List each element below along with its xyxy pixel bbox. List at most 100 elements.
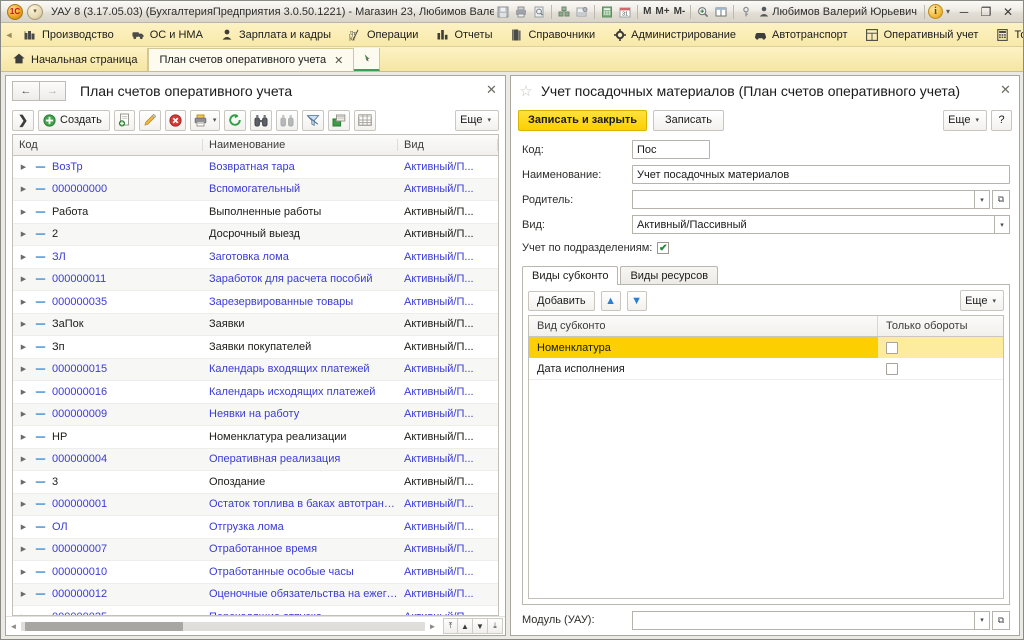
tab-chart-of-accounts[interactable]: План счетов оперативного учета ✕ (148, 48, 355, 71)
cancel-find-button[interactable] (276, 109, 299, 131)
settings-key-icon[interactable] (737, 3, 755, 21)
cell-kind[interactable]: Активный/П... (398, 363, 498, 375)
scrollbar-thumb[interactable] (25, 621, 183, 631)
calculator-icon[interactable] (598, 3, 616, 21)
cell-code[interactable]: ▶ 000000004 (13, 453, 203, 465)
expand-triangle-icon[interactable]: ▶ (19, 478, 28, 486)
cell-only-turnover[interactable] (878, 337, 1003, 358)
tab-home[interactable]: Начальная страница (3, 48, 149, 71)
name-input[interactable]: Учет посадочных материалов (632, 165, 1010, 184)
cell-name[interactable]: Отгрузка лома (203, 521, 398, 533)
info-dropdown-icon[interactable]: ▾ (943, 3, 953, 21)
save-list-icon[interactable] (573, 3, 591, 21)
menu-item-production[interactable]: Производство (15, 24, 123, 46)
table-row[interactable]: ▶ 000000012 Оценочные обязательства на еже… (13, 583, 498, 606)
create-button[interactable]: Создать (38, 109, 110, 131)
cell-code[interactable]: ▶ 000000009 (13, 408, 203, 420)
star-icon[interactable]: ☆ (517, 82, 535, 100)
cell-code[interactable]: ▶ Зп (13, 341, 203, 353)
expand-triangle-icon[interactable]: ▶ (19, 590, 28, 598)
list-settings-button[interactable] (354, 109, 377, 131)
subconto-row[interactable]: Номенклатура (529, 337, 1003, 358)
table-row[interactable]: ▶ 000000010 Отработанные особые часы Активн… (13, 561, 498, 584)
cell-kind[interactable]: Активный/П... (398, 431, 498, 443)
cell-code[interactable]: ▶ 000000001 (13, 498, 203, 510)
table-row[interactable]: ▶ 000000035 Зарезервированные товары Активн… (13, 291, 498, 314)
cell-kind[interactable]: Активный/П... (398, 183, 498, 195)
save-icon[interactable] (494, 3, 512, 21)
print-menu-button[interactable]: ▾ (189, 109, 221, 131)
form-close-icon[interactable]: ✕ (999, 82, 1012, 97)
go-prev-button[interactable]: ▲ (458, 618, 473, 634)
copy-button[interactable] (113, 109, 135, 131)
cell-name[interactable]: Переходящие отпуска (203, 611, 398, 615)
user-indicator[interactable]: Любимов Валерий Юрьевич (755, 6, 921, 18)
cell-kind[interactable]: Активный/П... (398, 521, 498, 533)
list-more-button[interactable]: Еще ▾ (455, 109, 499, 131)
expand-triangle-icon[interactable]: ▶ (19, 275, 28, 283)
horizontal-scrollbar[interactable] (21, 621, 425, 631)
expand-triangle-icon[interactable]: ▶ (19, 500, 28, 508)
menu-item-fixed-assets[interactable]: ОС и НМА (123, 24, 212, 46)
cell-name[interactable]: Заготовка лома (203, 251, 398, 263)
cell-code[interactable]: ▶ 000000007 (13, 543, 203, 555)
cell-code[interactable]: ▶ 000000012 (13, 588, 203, 600)
open-picker-icon[interactable]: ⧉ (992, 190, 1010, 209)
cell-kind[interactable]: Активный/П... (398, 206, 498, 218)
cell-name[interactable]: Возвратная тара (203, 161, 398, 173)
print-icon[interactable] (512, 3, 530, 21)
subconto-row[interactable]: Дата исполнения (529, 358, 1003, 379)
open-list-icon[interactable] (555, 3, 573, 21)
menu-item-salary-hr[interactable]: Зарплата и кадры (212, 24, 340, 46)
cell-kind[interactable]: Активный/П... (398, 566, 498, 578)
forward-button[interactable]: → (39, 81, 66, 101)
close-button[interactable]: ✕ (997, 3, 1019, 21)
cell-code[interactable]: ▶ ЗЛ (13, 251, 203, 263)
delete-button[interactable] (164, 109, 186, 131)
department-accounting-checkbox[interactable]: ✔ (657, 242, 670, 254)
expand-triangle-icon[interactable]: ▶ (19, 613, 28, 615)
cell-name[interactable]: Заработок для расчета пособий (203, 273, 398, 285)
table-row[interactable]: ▶ 000000007 Отработанное время Активный/П..… (13, 538, 498, 561)
save-button[interactable]: Записать (653, 109, 725, 131)
table-row[interactable]: ▶ 000000011 Заработок для расчета пособий А… (13, 268, 498, 291)
window-menu-icon[interactable]: ▾ (27, 3, 43, 20)
cell-name[interactable]: Номенклатура реализации (203, 431, 398, 443)
parent-input[interactable] (632, 190, 974, 209)
menu-item-reports[interactable]: Отчеты (427, 24, 501, 46)
cell-name[interactable]: Досрочный выезд (203, 228, 398, 240)
chevron-down-icon[interactable]: ▾ (994, 215, 1010, 234)
cell-code[interactable]: ▶ Работа (13, 206, 203, 218)
cell-code[interactable]: ▶ 000000035 (13, 296, 203, 308)
expand-triangle-icon[interactable]: ▶ (19, 320, 28, 328)
only-turnover-checkbox[interactable] (886, 362, 898, 375)
cell-kind[interactable]: Активный/П... (398, 611, 498, 615)
zoom-in-icon[interactable] (694, 3, 712, 21)
code-input[interactable]: Пос (632, 140, 710, 159)
cell-kind[interactable]: Активный/П... (398, 588, 498, 600)
cell-kind[interactable]: Активный/П... (398, 273, 498, 285)
chevron-down-icon[interactable]: ▾ (974, 610, 990, 630)
cell-subconto-type[interactable]: Номенклатура (529, 337, 878, 358)
help-button[interactable]: ? (991, 109, 1012, 131)
cell-kind[interactable]: Активный/П... (398, 341, 498, 353)
save-and-close-button[interactable]: Записать и закрыть (518, 109, 648, 131)
expand-triangle-icon[interactable]: ▶ (19, 185, 28, 193)
form-more-button[interactable]: Еще ▾ (943, 109, 987, 131)
cell-name[interactable]: Календарь исходящих платежей (203, 386, 398, 398)
export-button[interactable] (328, 109, 351, 131)
table-row[interactable]: ▶ 000000025 Переходящие отпускаАктивный/П.… (13, 606, 498, 615)
expand-triangle-icon[interactable]: ▶ (19, 253, 28, 261)
cell-name[interactable]: Зарезервированные товары (203, 296, 398, 308)
cell-code[interactable]: ▶ 000000016 (13, 386, 203, 398)
cell-kind[interactable]: Активный/П... (398, 543, 498, 555)
expand-triangle-icon[interactable]: ▶ (19, 455, 28, 463)
table-row[interactable]: ▶ 000000004 Оперативная реализация Активный… (13, 448, 498, 471)
table-row[interactable]: ▶ Работа Выполненные работы Активный/П... (13, 201, 498, 224)
calendar-icon[interactable]: 31 (616, 3, 634, 21)
table-row[interactable]: ▶ 3 Опоздание Активный/П... (13, 471, 498, 494)
cell-code[interactable]: ▶ 000000025 (13, 611, 203, 615)
cell-kind[interactable]: Активный/П... (398, 476, 498, 488)
cell-kind[interactable]: Активный/П... (398, 228, 498, 240)
kind-input[interactable]: Активный/Пассивный (632, 215, 994, 234)
